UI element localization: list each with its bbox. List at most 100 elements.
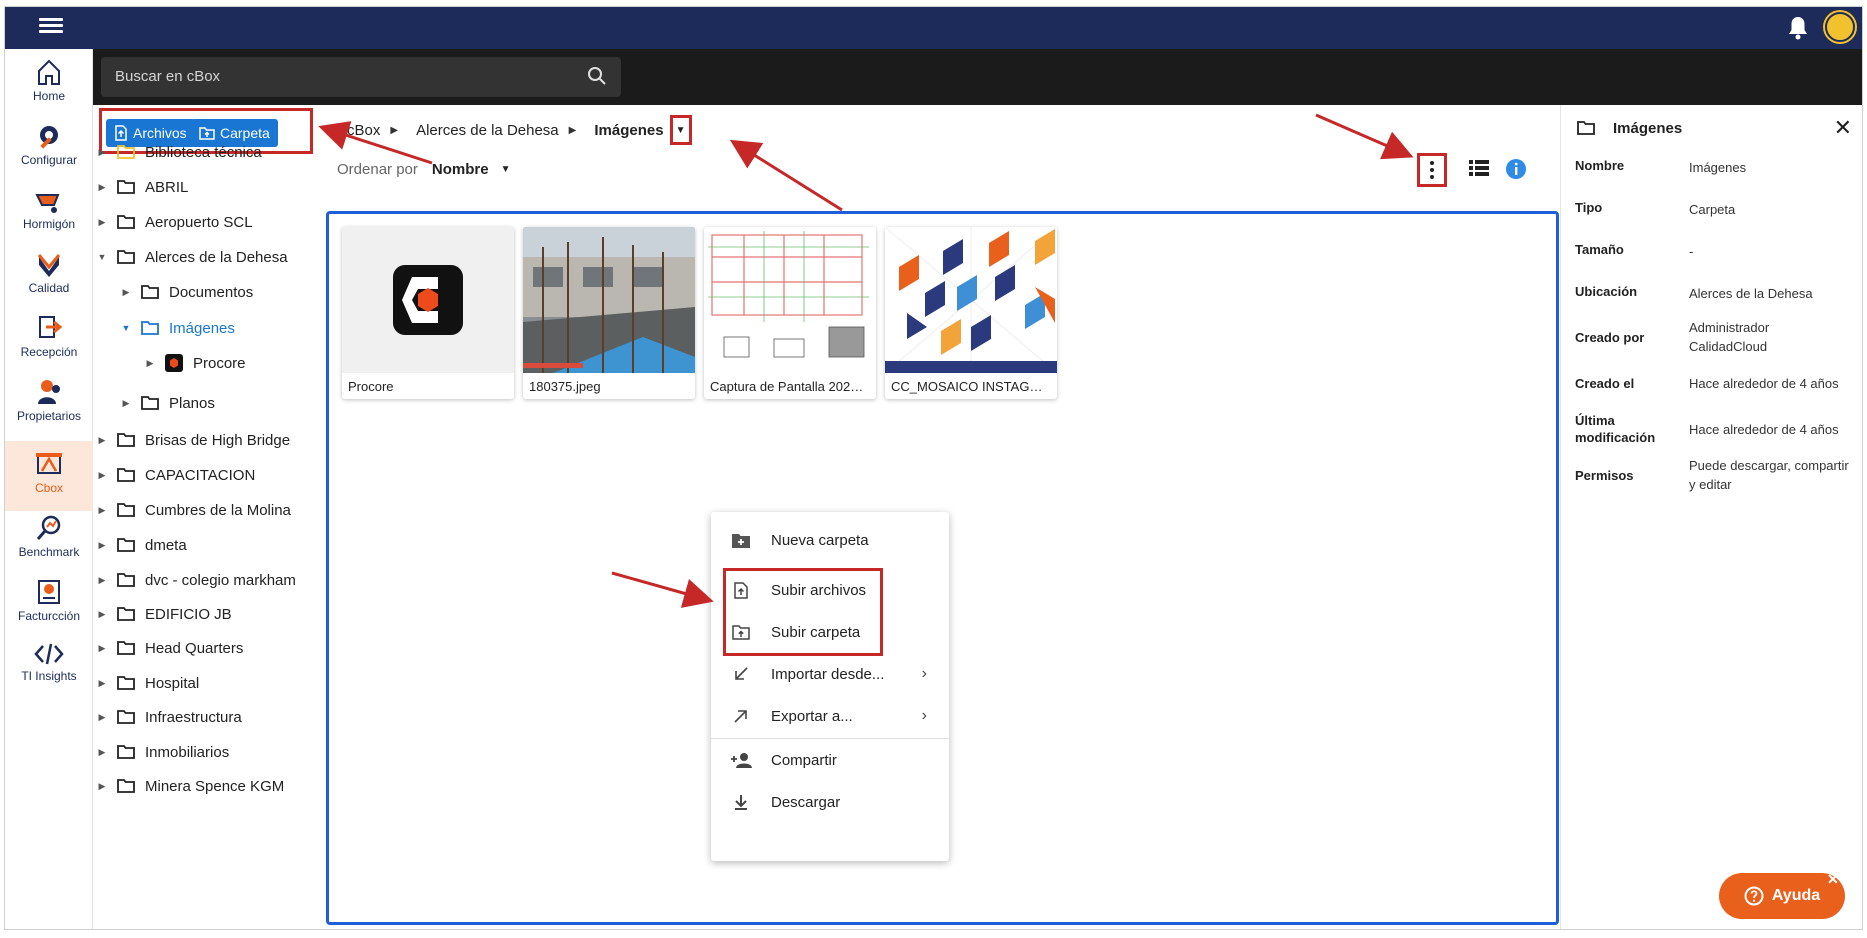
tree-item-planos[interactable]: ▶ Planos (117, 388, 215, 418)
rail-item-configurar[interactable]: Configurar (5, 113, 93, 183)
bell-icon[interactable] (1786, 15, 1810, 41)
menu-item-upload-files[interactable]: Subir archivos (711, 570, 949, 610)
caret-right-icon[interactable]: ▶ (93, 781, 111, 792)
detail-value: - (1689, 244, 1694, 259)
breadcrumb-current[interactable]: Imágenes (594, 122, 663, 139)
sort-select[interactable]: Nombre (432, 161, 489, 178)
menu-item-new-folder[interactable]: Nueva carpeta (711, 520, 949, 560)
detail-row: Creado por Administrador CalidadCloud (1575, 317, 1855, 357)
detail-key: Creado el (1575, 375, 1635, 391)
menu-item-share[interactable]: Compartir (711, 740, 949, 780)
rail-item-hormigon[interactable]: Hormigón (5, 177, 93, 247)
menu-item-label: Descargar (771, 793, 841, 811)
caret-right-icon[interactable]: ▶ (93, 182, 111, 193)
tree-item-inmobiliarios[interactable]: ▶ Inmobiliarios (93, 737, 230, 767)
menu-item-export-to[interactable]: Exportar a... › (711, 696, 949, 736)
rail-item-recepcion[interactable]: Recepción (5, 305, 93, 375)
caret-right-icon[interactable]: ▶ (117, 287, 135, 298)
caret-right-icon[interactable]: ▶ (93, 747, 111, 758)
tree-item-label: Procore (193, 354, 246, 372)
menu-item-download[interactable]: Descargar (711, 782, 949, 822)
tree-item-dvc[interactable]: ▶ dvc - colegio markham (93, 565, 296, 595)
file-card[interactable]: Procore (342, 227, 514, 399)
search-icon[interactable] (587, 66, 607, 86)
breadcrumb-parent[interactable]: Alerces de la Dehesa (416, 122, 559, 139)
rail-item-calidad[interactable]: Calidad (5, 241, 93, 311)
file-thumbnail (523, 227, 695, 373)
list-view-icon[interactable] (1469, 159, 1489, 177)
invoice-icon (38, 580, 60, 604)
caret-right-icon[interactable]: ▶ (93, 217, 111, 228)
tree-item-imagenes[interactable]: ▼ Imágenes (117, 313, 235, 343)
breadcrumb-root[interactable]: cBox (347, 122, 380, 139)
owners-icon (38, 380, 60, 404)
search-placeholder: Buscar en cBox (115, 68, 221, 85)
rail-item-ti-insights[interactable]: TI Insights (5, 633, 93, 703)
caret-right-icon[interactable]: ▶ (93, 147, 111, 158)
rail-item-cbox[interactable]: Cbox (5, 441, 93, 511)
close-help-icon[interactable]: ✕ (1827, 871, 1839, 888)
more-options-icon[interactable] (1417, 153, 1447, 187)
file-card[interactable]: CC_MOSAICO INSTAGRAM L... (885, 227, 1057, 399)
tree-item-head-quarters[interactable]: ▶ Head Quarters (93, 633, 244, 663)
context-menu: Nueva carpeta Subir archivos Subir carpe… (711, 512, 949, 861)
menu-item-label: Subir carpeta (771, 623, 861, 641)
caret-right-icon[interactable]: ▶ (93, 609, 111, 620)
add-person-icon (731, 753, 752, 768)
tree-item-hospital[interactable]: ▶ Hospital (93, 668, 200, 698)
info-icon[interactable] (1505, 158, 1527, 180)
quality-check-icon (37, 254, 61, 277)
tree-item-brisas[interactable]: ▶ Brisas de High Bridge (93, 425, 291, 455)
caret-right-icon[interactable]: ▶ (93, 678, 111, 689)
caret-down-icon[interactable]: ▼ (93, 252, 111, 262)
menu-item-import-from[interactable]: Importar desde... › (711, 654, 949, 694)
tree-item-alerces[interactable]: ▼ Alerces de la Dehesa (93, 242, 288, 272)
file-thumbnail (342, 227, 514, 373)
caret-right-icon[interactable]: ▶ (93, 540, 111, 551)
close-icon[interactable]: ✕ (1834, 115, 1852, 141)
tree-item-documentos[interactable]: ▶ Documentos (117, 277, 254, 307)
caret-right-icon[interactable]: ▶ (93, 470, 111, 481)
tree-item-label: Brisas de High Bridge (145, 431, 291, 449)
menu-item-upload-folder[interactable]: Subir carpeta (711, 612, 949, 652)
file-thumbnail (885, 227, 1057, 373)
tree-item-infraestructura[interactable]: ▶ Infraestructura (93, 702, 242, 732)
tree-item-label: Aeropuerto SCL (145, 213, 253, 231)
caret-right-icon[interactable]: ▶ (93, 712, 111, 723)
hamburger-menu-icon[interactable] (39, 15, 63, 39)
tree-item-cumbres[interactable]: ▶ Cumbres de la Molina (93, 495, 291, 525)
tree-item-dmeta[interactable]: ▶ dmeta (93, 530, 187, 560)
chevron-down-icon[interactable]: ▼ (501, 164, 511, 175)
folder-icon (117, 779, 135, 793)
user-avatar[interactable] (1825, 12, 1855, 42)
file-card[interactable]: 180375.jpeg (523, 227, 695, 399)
reception-icon (39, 316, 62, 338)
blueprint-thumbnail (704, 227, 876, 373)
tree-item-edificio-jb[interactable]: ▶ EDIFICIO JB (93, 599, 232, 629)
breadcrumb-dropdown-icon[interactable]: ▼ (669, 115, 692, 145)
file-thumbnail (704, 227, 876, 373)
caret-right-icon[interactable]: ▶ (93, 643, 111, 654)
rail-item-benchmark[interactable]: Benchmark (5, 505, 93, 575)
detail-key: Nombre (1575, 158, 1625, 173)
caret-right-icon[interactable]: ▶ (117, 398, 135, 409)
rail-item-home[interactable]: Home (5, 49, 93, 119)
rail-item-propietarios[interactable]: Propietarios (5, 369, 93, 439)
tree-item-minera[interactable]: ▶ Minera Spence KGM (93, 771, 285, 801)
caret-right-icon[interactable]: ▶ (93, 575, 111, 586)
tree-item-biblioteca[interactable]: ▶ Biblioteca técnica (93, 137, 262, 167)
top-bar (5, 7, 1862, 49)
tree-item-abril[interactable]: ▶ ABRIL (93, 172, 189, 202)
search-input[interactable]: Buscar en cBox (101, 57, 621, 97)
caret-right-icon[interactable]: ▶ (93, 505, 111, 516)
left-nav-rail: Home Configurar Hormigón Calidad Recepci… (5, 49, 93, 929)
tree-item-procore[interactable]: ▶ Procore (141, 348, 246, 378)
tree-item-capacitacion[interactable]: ▶ CAPACITACION (93, 460, 256, 490)
tree-item-aeropuerto[interactable]: ▶ Aeropuerto SCL (93, 207, 253, 237)
caret-down-icon[interactable]: ▼ (117, 323, 135, 333)
file-card[interactable]: Captura de Pantalla 2022-0... (704, 227, 876, 399)
procore-logo-icon (165, 354, 183, 372)
caret-right-icon[interactable]: ▶ (141, 358, 159, 369)
rail-item-facturacion[interactable]: Facturcción (5, 569, 93, 639)
caret-right-icon[interactable]: ▶ (93, 435, 111, 446)
